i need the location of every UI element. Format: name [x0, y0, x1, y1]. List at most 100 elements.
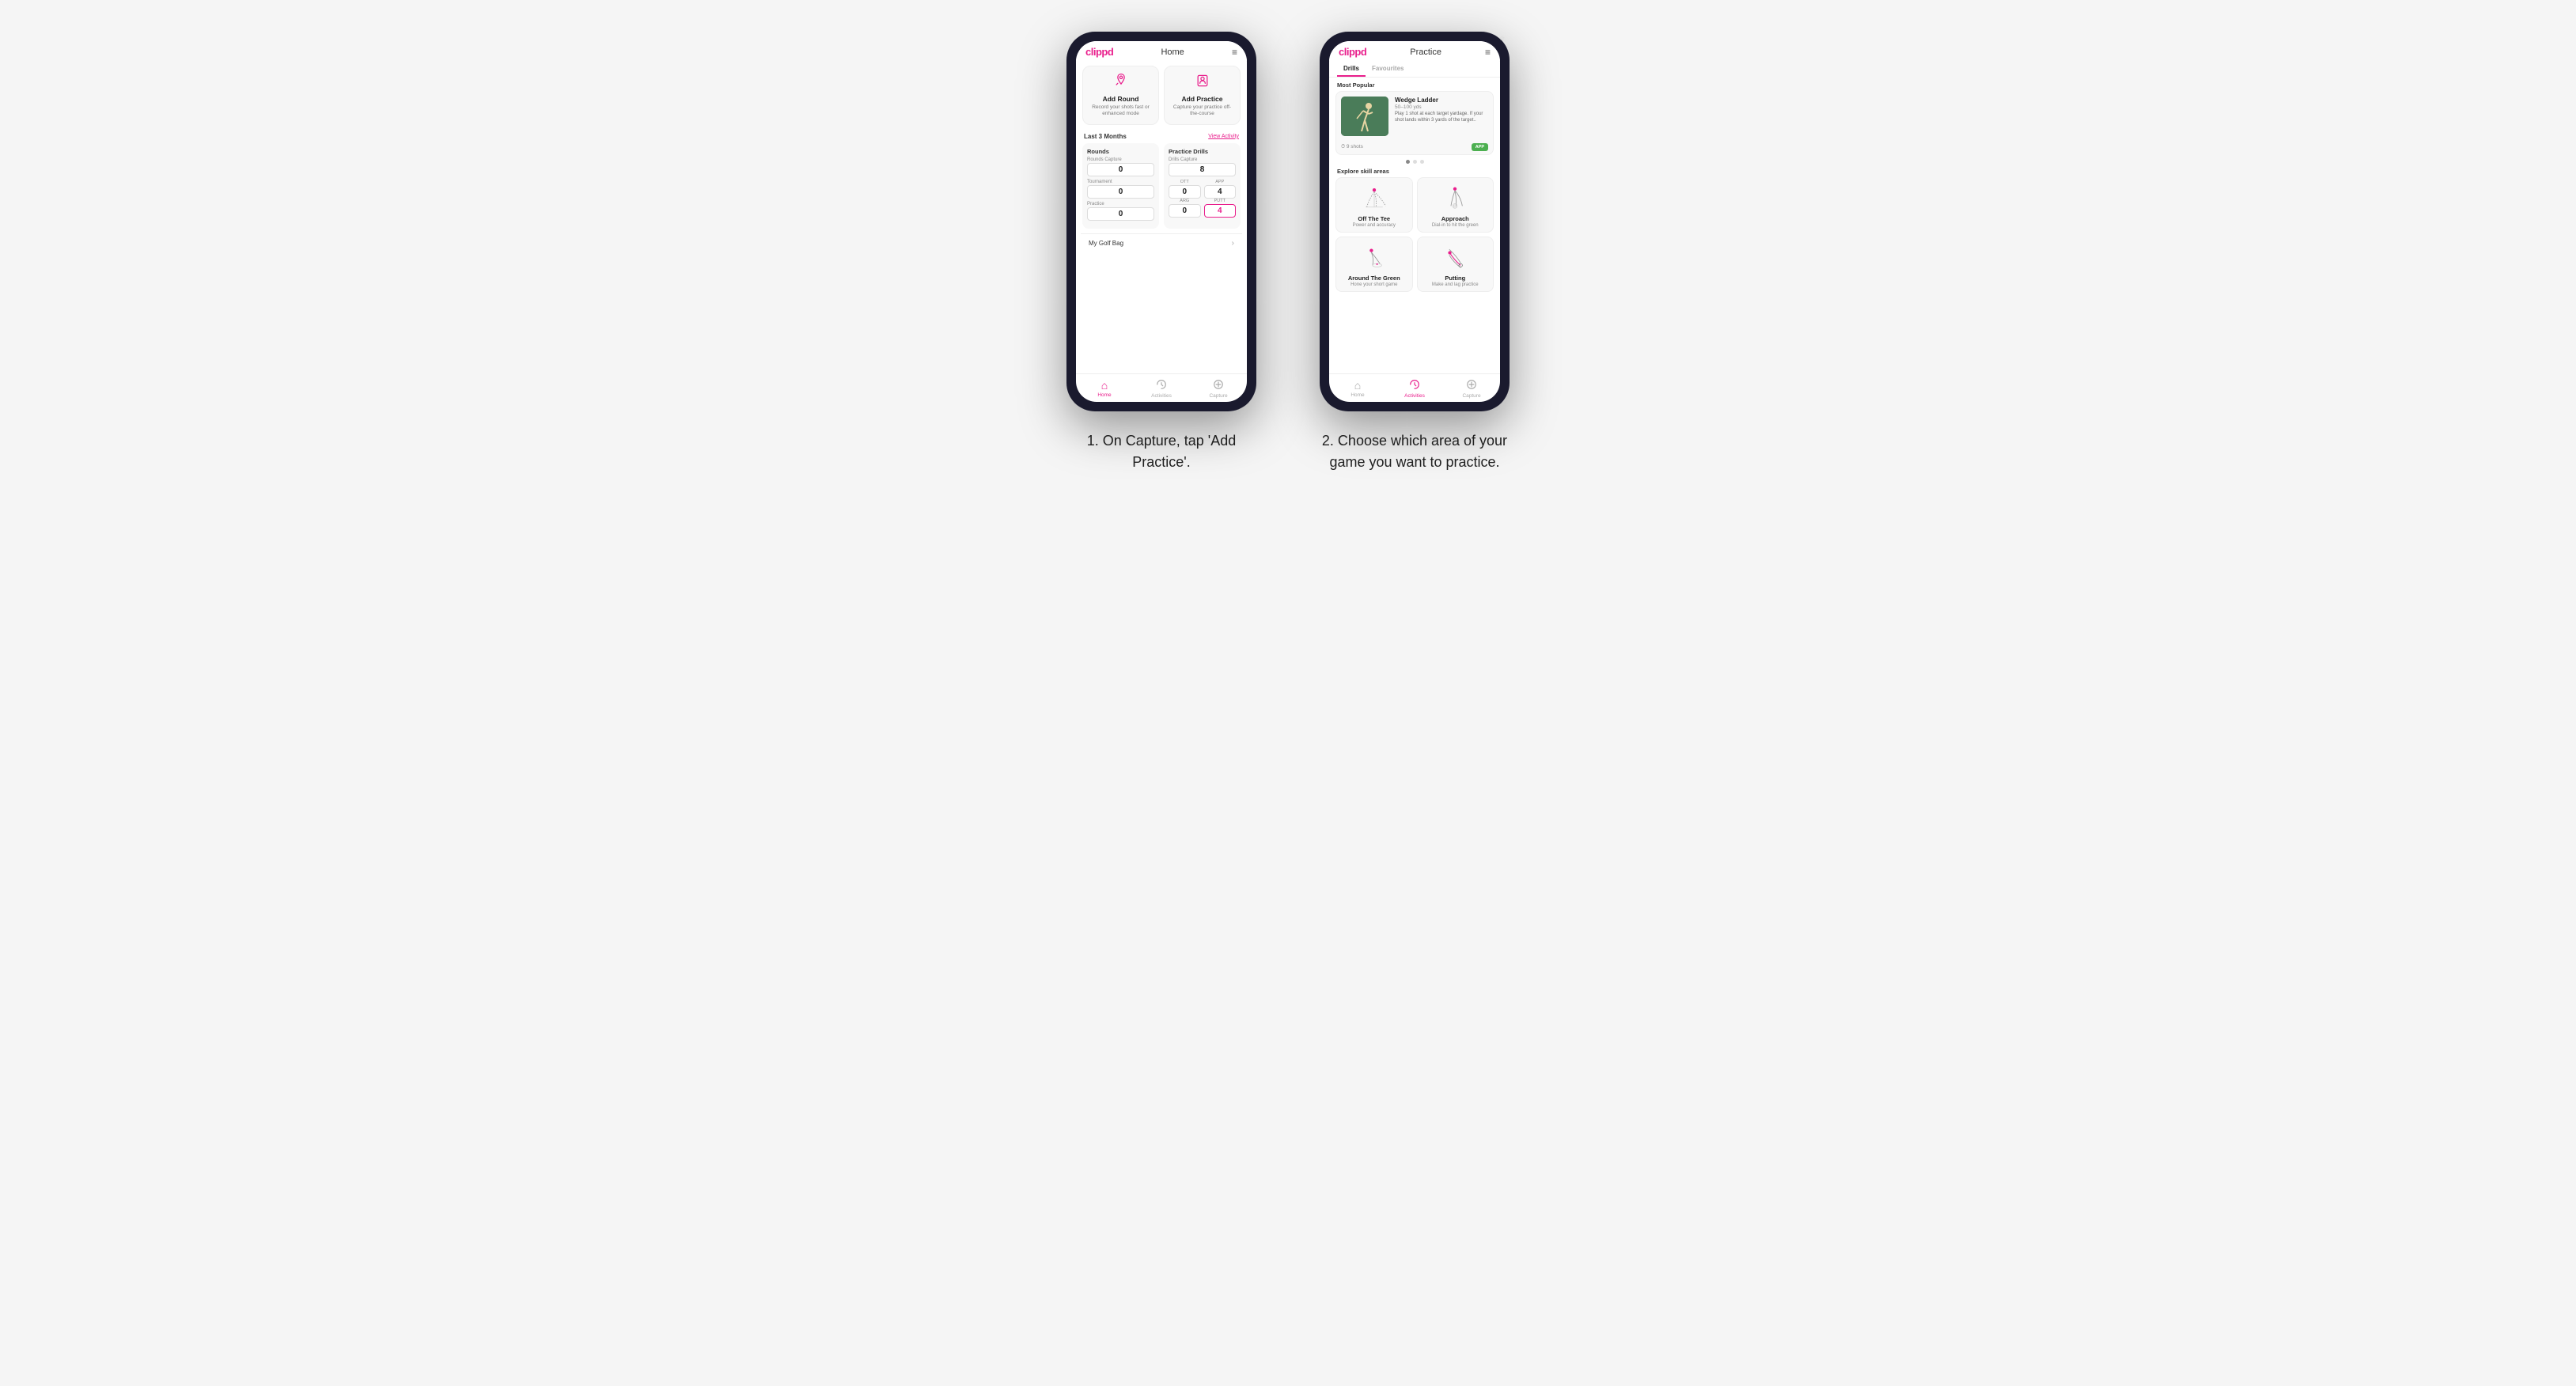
putt-label: PUTT [1204, 199, 1237, 203]
practice-tabs: Drills Favourites [1329, 61, 1500, 78]
ott-label: OTT [1169, 180, 1201, 184]
putting-desc: Make and lag practice [1432, 282, 1479, 287]
rounds-capture-label: Rounds Capture [1087, 157, 1154, 162]
nav-activities-label-1: Activities [1151, 393, 1172, 399]
practice-value: 0 [1087, 207, 1154, 221]
add-practice-card[interactable]: Add Practice Capture your practice off-t… [1164, 66, 1241, 125]
tournament-value: 0 [1087, 185, 1154, 199]
tab-drills[interactable]: Drills [1337, 61, 1366, 77]
putting-name: Putting [1445, 275, 1465, 282]
putt-value: 4 [1204, 204, 1237, 218]
skill-putting[interactable]: Putting Make and lag practice [1417, 237, 1494, 292]
arg-stat: ARG 0 [1169, 199, 1201, 218]
tournament-row: Tournament 0 [1087, 180, 1154, 199]
carousel-dots [1329, 158, 1500, 165]
drills-title: Practice Drills [1169, 148, 1236, 155]
nav-capture-label-2: Capture [1462, 393, 1480, 399]
phone1-bottom-nav: ⌂ Home Activities [1076, 373, 1247, 402]
off-the-tee-name: Off The Tee [1358, 215, 1390, 222]
rounds-capture-value: 0 [1087, 163, 1154, 176]
golf-bag-row[interactable]: My Golf Bag › [1081, 233, 1242, 252]
skill-off-the-tee[interactable]: Off The Tee Power and accuracy [1335, 177, 1413, 233]
drills-col: Practice Drills Drills Capture 8 OTT 0 A [1164, 143, 1241, 229]
rounds-capture-row: Rounds Capture 0 [1087, 157, 1154, 176]
add-round-title: Add Round [1103, 95, 1139, 103]
shots-count: ⏱ 9 shots [1341, 144, 1363, 150]
ott-value: 0 [1169, 185, 1201, 199]
add-round-icon [1113, 73, 1129, 93]
around-the-green-desc: Hone your short game [1351, 282, 1397, 287]
nav-activities-1[interactable]: Activities [1133, 374, 1190, 402]
capture-icon-2 [1466, 379, 1477, 392]
caption-1: 1. On Capture, tap 'Add Practice'. [1059, 430, 1264, 473]
last-3-months-label: Last 3 Months [1084, 133, 1127, 140]
featured-info: ☆ Wedge Ladder 50–100 yds Play 1 shot at… [1395, 97, 1488, 136]
nav-activities-2[interactable]: Activities [1386, 374, 1443, 402]
around-the-green-name: Around The Green [1348, 275, 1400, 282]
dot-3[interactable] [1420, 160, 1424, 164]
putt-stat: PUTT 4 [1204, 199, 1237, 218]
add-practice-icon [1195, 73, 1210, 93]
nav-capture-1[interactable]: Capture [1190, 374, 1247, 402]
phone1-header: clippd Home ≡ [1076, 41, 1247, 61]
add-round-card[interactable]: Add Round Record your shots fast or enha… [1082, 66, 1159, 125]
drills-capture-value: 8 [1169, 163, 1236, 176]
featured-title: Wedge Ladder [1395, 97, 1488, 104]
nav-capture-2[interactable]: Capture [1443, 374, 1500, 402]
arg-value: 0 [1169, 204, 1201, 218]
caption-2: 2. Choose which area of your game you wa… [1312, 430, 1517, 473]
golf-bag-label: My Golf Bag [1089, 240, 1123, 247]
nav-home-label-1: Home [1097, 392, 1111, 398]
ott-stat: OTT 0 [1169, 180, 1201, 199]
featured-card[interactable]: ☆ Wedge Ladder 50–100 yds Play 1 shot at… [1335, 91, 1494, 155]
featured-desc: Play 1 shot at each target yardage. If y… [1395, 112, 1488, 124]
phone1-section: clippd Home ≡ Add Roun [1059, 32, 1264, 473]
tab-favourites[interactable]: Favourites [1366, 61, 1410, 77]
hamburger-icon-2[interactable]: ≡ [1485, 47, 1491, 58]
phone2-section: clippd Practice ≡ Drills Favourites Most… [1312, 32, 1517, 473]
practice-row: Practice 0 [1087, 202, 1154, 221]
off-the-tee-desc: Power and accuracy [1353, 223, 1396, 228]
nav-home-1[interactable]: ⌂ Home [1076, 374, 1133, 402]
nav-home-2[interactable]: ⌂ Home [1329, 374, 1386, 402]
app-badge: APP [1472, 143, 1488, 151]
add-practice-title: Add Practice [1182, 95, 1223, 103]
clippd-logo-1: clippd [1085, 46, 1113, 58]
add-practice-subtitle: Capture your practice off-the-course [1169, 104, 1235, 118]
skill-around-the-green[interactable]: Around The Green Hone your short game [1335, 237, 1413, 292]
featured-card-inner: ☆ Wedge Ladder 50–100 yds Play 1 shot at… [1336, 92, 1493, 141]
phone2-header-title: Practice [1410, 47, 1441, 57]
home-icon-2: ⌂ [1354, 379, 1361, 392]
rounds-col: Rounds Rounds Capture 0 Tournament 0 Pra… [1082, 143, 1159, 229]
drills-capture-label: Drills Capture [1169, 157, 1236, 162]
add-round-subtitle: Record your shots fast or enhanced mode [1088, 104, 1154, 118]
featured-image [1341, 97, 1388, 136]
phone2-header: clippd Practice ≡ [1329, 41, 1500, 61]
off-the-tee-icon-area [1341, 184, 1407, 213]
practice-label: Practice [1087, 202, 1154, 206]
phone2-screen: clippd Practice ≡ Drills Favourites Most… [1329, 41, 1500, 402]
nav-home-label-2: Home [1351, 392, 1364, 398]
tournament-label: Tournament [1087, 180, 1154, 184]
skill-approach[interactable]: Approach Dial-in to hit the green [1417, 177, 1494, 233]
dot-2[interactable] [1413, 160, 1417, 164]
activities-icon-2 [1409, 379, 1420, 392]
explore-label: Explore skill areas [1329, 165, 1500, 177]
chevron-right-icon: › [1232, 239, 1234, 248]
app-stat: APP 4 [1204, 180, 1237, 199]
app-value: 4 [1204, 185, 1237, 199]
around-the-green-icon-area [1341, 244, 1407, 272]
nav-capture-label-1: Capture [1209, 393, 1227, 399]
rounds-title: Rounds [1087, 148, 1154, 155]
action-cards: Add Round Record your shots fast or enha… [1076, 61, 1247, 130]
view-activity-link[interactable]: View Activity [1208, 134, 1239, 139]
dot-1[interactable] [1406, 160, 1410, 164]
phone1: clippd Home ≡ Add Roun [1066, 32, 1256, 411]
hamburger-icon-1[interactable]: ≡ [1232, 47, 1237, 58]
home-icon-1: ⌂ [1101, 379, 1108, 392]
approach-desc: Dial-in to hit the green [1432, 223, 1479, 228]
phone2-bottom-nav: ⌂ Home Activities [1329, 373, 1500, 402]
phone1-header-title: Home [1161, 47, 1184, 57]
putting-icon-area [1422, 244, 1489, 272]
approach-name: Approach [1441, 215, 1469, 222]
